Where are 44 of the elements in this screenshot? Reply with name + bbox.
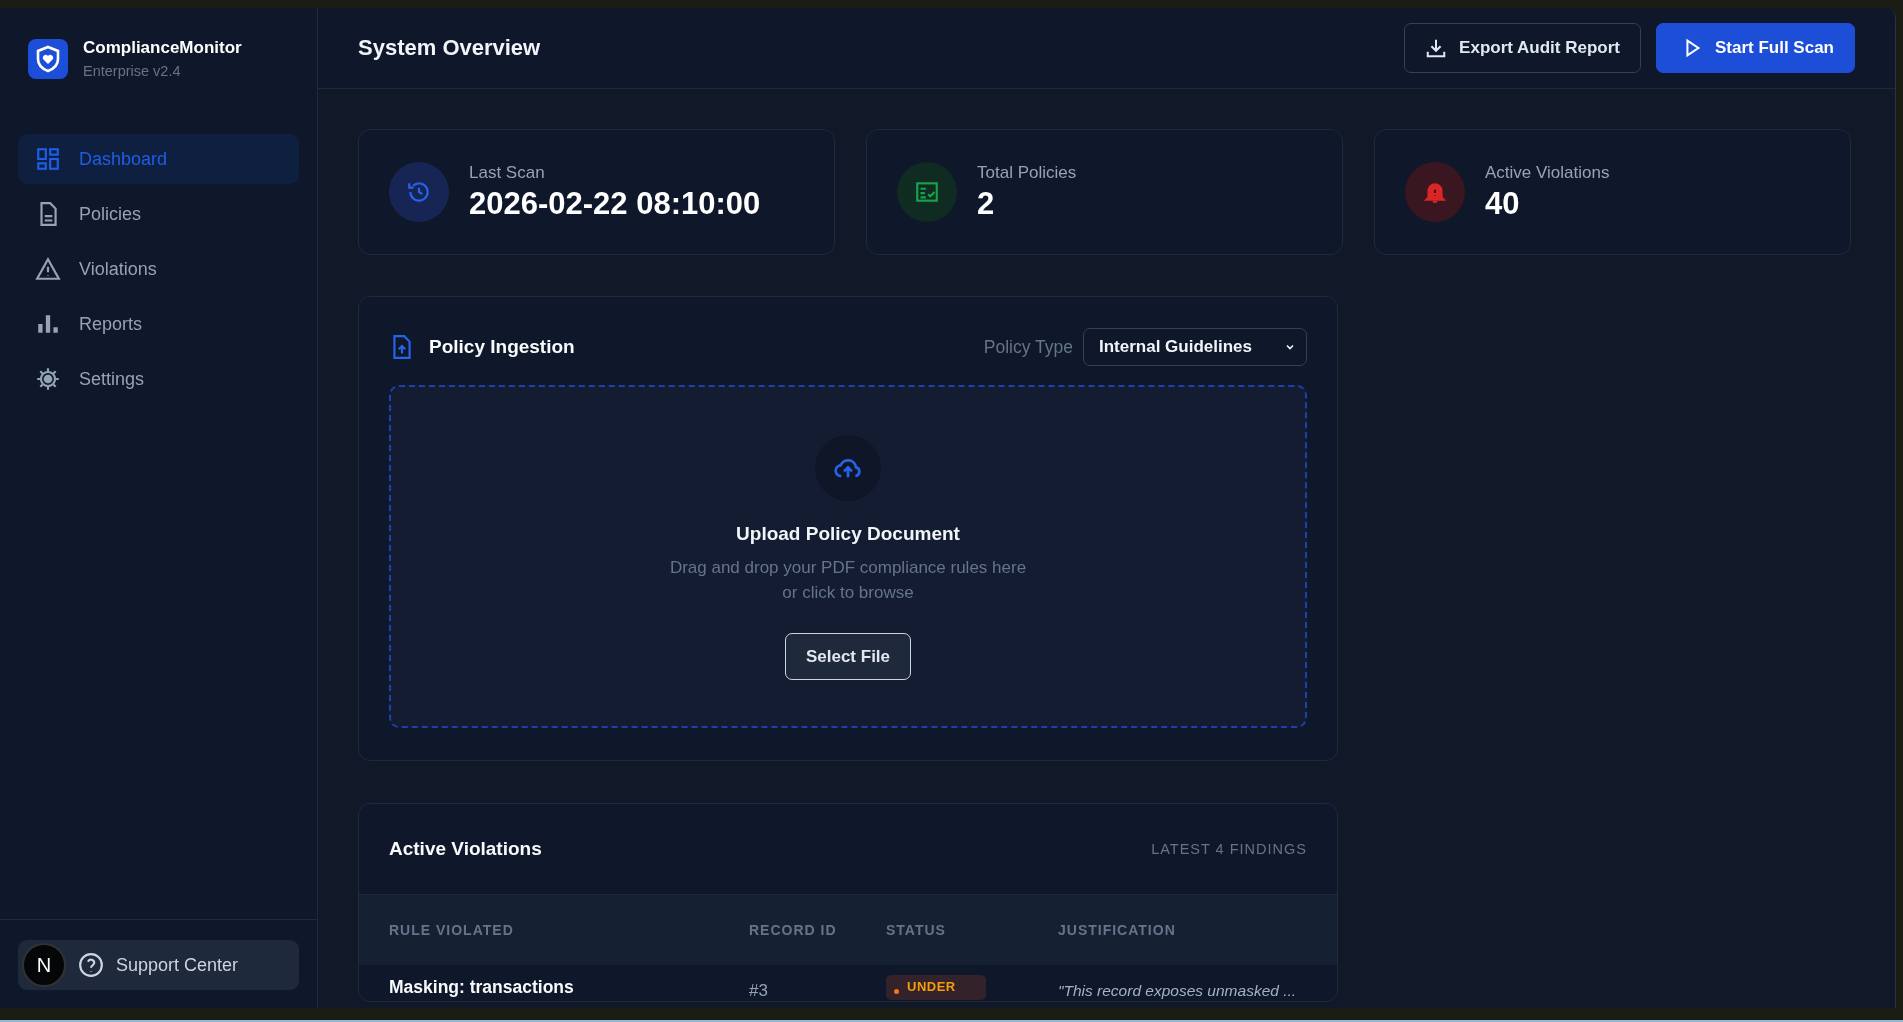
column-header: RULE VIOLATED (389, 922, 515, 938)
status-label: UNDER (907, 978, 956, 994)
stat-value: 40 (1485, 185, 1521, 222)
table-cell-text: "This record exposes unmasked ... (1058, 981, 1298, 1000)
nav-item[interactable]: Settings (18, 354, 299, 404)
upload-hint: or click to browse (781, 582, 915, 604)
upload-hint: Drag and drop your PDF compliance rules here (669, 557, 1027, 579)
nav-item[interactable]: Reports (18, 299, 299, 349)
brand-name: ComplianceMonitor (83, 38, 242, 58)
table-cell-text: #3 (749, 980, 769, 1001)
stat-label: Total Policies (977, 162, 1077, 183)
start-scan-button[interactable]: Start Full Scan (1655, 23, 1855, 73)
checklist-icon (914, 179, 940, 205)
export-button[interactable]: Export Audit Report (1404, 23, 1641, 73)
download-icon (1425, 37, 1448, 59)
support-center-button[interactable]: N Support Center (18, 940, 299, 990)
brand-edition: Enterprise v2.4 (83, 63, 182, 79)
nav-item[interactable]: Violations (18, 244, 299, 294)
support-label: Support Center (116, 954, 239, 976)
avatar: N (22, 943, 66, 987)
history-icon (406, 179, 432, 205)
select-file-button[interactable]: Select File (784, 633, 912, 680)
stat-value: 2 (977, 185, 996, 222)
upload-title: Upload Policy Document (736, 523, 960, 545)
upload-dropzone[interactable]: Upload Policy Document Drag and drop your PDF compliance rules here or click to browse Select File (389, 385, 1307, 728)
warning-icon (35, 256, 61, 282)
policy-type-label: Policy Type (983, 336, 1073, 358)
page-title: System Overview (358, 35, 541, 61)
table-cell-text: Masking: transactions (389, 975, 575, 998)
stat-value: 2026-02-22 08:10:00 (469, 185, 761, 222)
column-header: JUSTIFICATION (1058, 922, 1177, 938)
panel-title: Policy Ingestion (429, 336, 575, 358)
stat-label: Active Violations (1485, 162, 1610, 183)
column-header: RECORD ID (749, 922, 838, 938)
dashboard-icon (35, 146, 61, 172)
stat-label: Last Scan (469, 162, 546, 183)
panel-title: Active Violations (389, 838, 542, 860)
help-icon (78, 952, 104, 978)
findings-count: LATEST 4 FINDINGS (1151, 841, 1307, 857)
shield-logo-icon (28, 38, 68, 79)
nav-item[interactable]: Policies (18, 189, 299, 239)
settings-icon (35, 366, 61, 392)
policy-type-dropdown[interactable]: Internal Guidelines (1083, 328, 1307, 366)
column-header: STATUS (886, 922, 947, 938)
